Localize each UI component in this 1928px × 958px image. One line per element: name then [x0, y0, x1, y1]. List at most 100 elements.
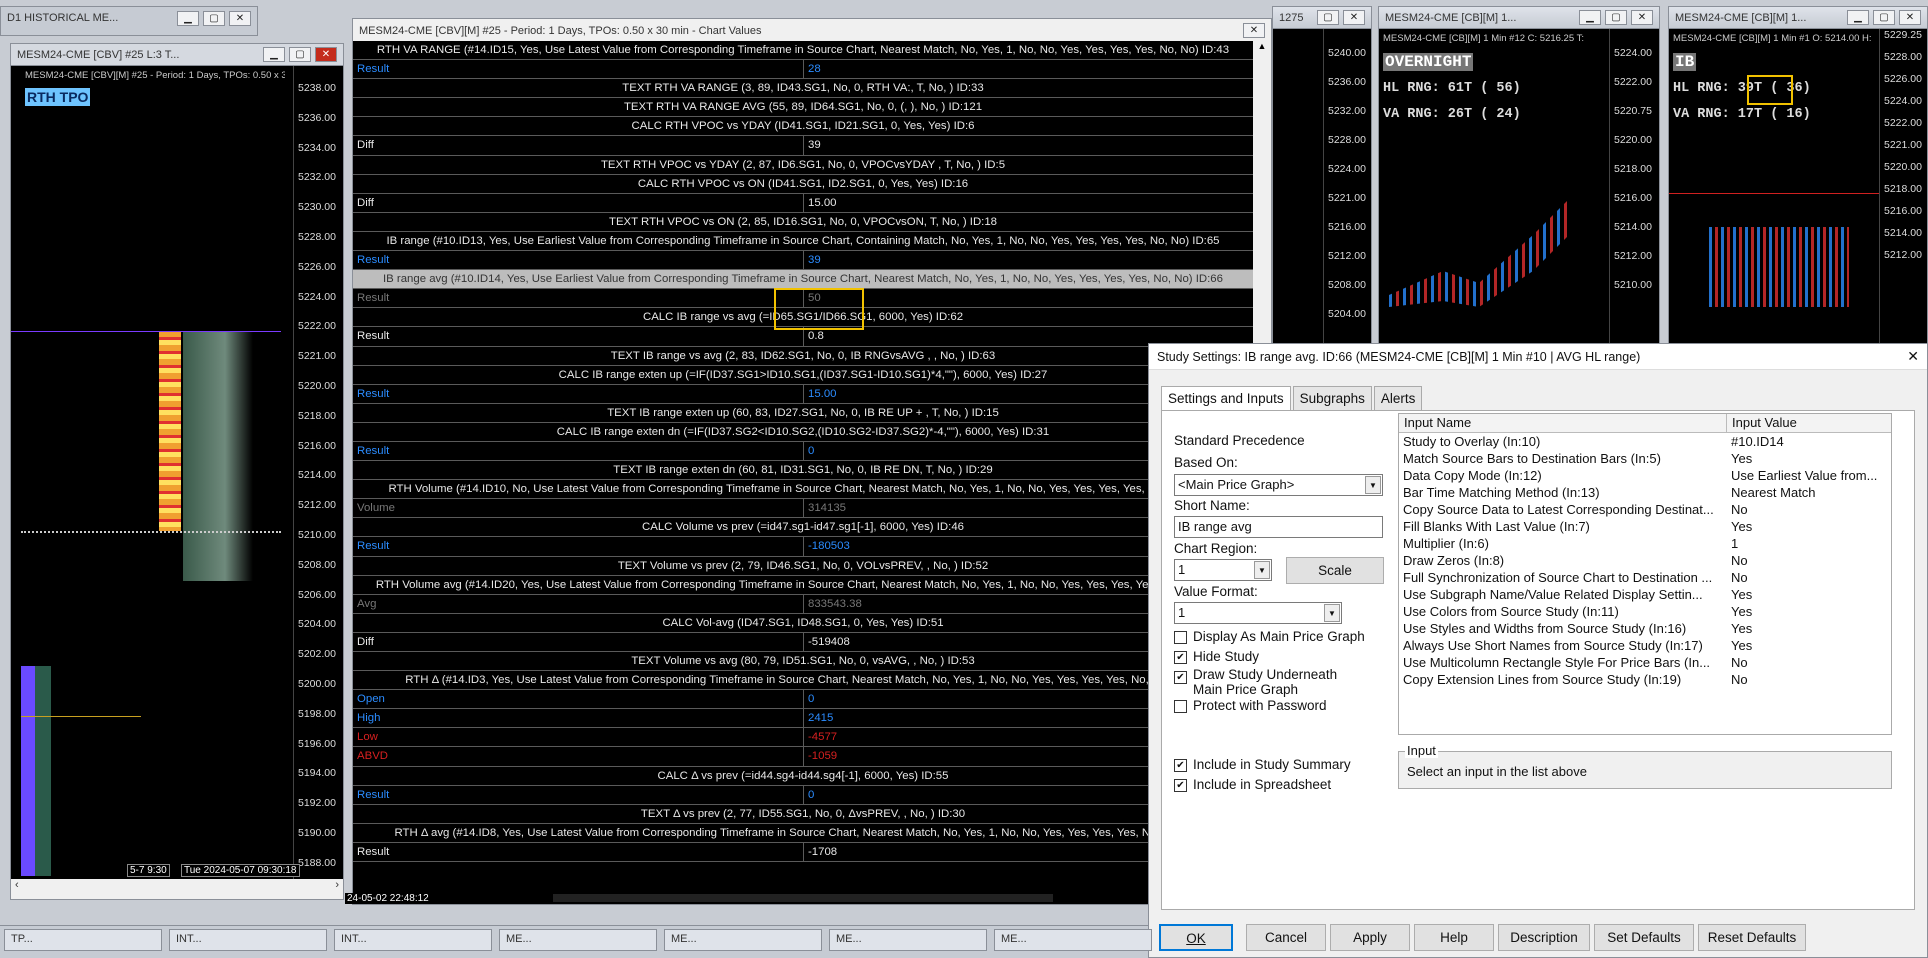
- minimize-icon[interactable]: ▁: [263, 47, 285, 62]
- chart-region-select[interactable]: 1 ▼: [1174, 559, 1272, 581]
- taskbar-item[interactable]: ME...: [829, 929, 987, 951]
- input-value[interactable]: Yes: [1727, 450, 1891, 467]
- value-row[interactable]: Diff -519408: [353, 632, 1253, 652]
- input-value[interactable]: 1: [1727, 535, 1891, 552]
- mid-chart-axis[interactable]: 1275 ▢ ✕ 5240.00 5236.00 5232.00 5228.00 5224.…: [1272, 6, 1372, 346]
- value-row[interactable]: Result 28: [353, 60, 1253, 80]
- short-name-input[interactable]: IB range avg: [1174, 516, 1383, 538]
- based-on-select[interactable]: <Main Price Graph> ▼: [1174, 474, 1383, 496]
- checkbox-box[interactable]: [1174, 700, 1187, 713]
- taskbar-item[interactable]: ME...: [499, 929, 657, 951]
- close-icon[interactable]: ✕: [315, 47, 337, 62]
- chart-values-window[interactable]: MESM24-CME [CBV][M] #25 - Period: 1 Days…: [345, 18, 1272, 905]
- ib-chart-window[interactable]: MESM24-CME [CB][M] 1... ▁ ▢ ✕ MESM24-CME [C…: [1668, 6, 1928, 346]
- input-row[interactable]: Match Source Bars to Destination Bars (I…: [1399, 450, 1891, 467]
- study-header-row[interactable]: RTH Δ (#14.ID3, Yes, Use Latest Value fr…: [353, 671, 1253, 691]
- study-header-row[interactable]: IB range avg (#10.ID14, Yes, Use Earlies…: [353, 270, 1253, 290]
- study-header-row[interactable]: CALC Vol-avg (ID47.SG1, ID48.SG1, 0, Yes…: [353, 614, 1253, 633]
- taskbar-item[interactable]: ME...: [664, 929, 822, 951]
- value-row[interactable]: Diff 15.00: [353, 193, 1253, 213]
- input-row[interactable]: Use Multicolumn Rectangle Style For Pric…: [1399, 654, 1891, 671]
- value-row[interactable]: Result 0.8: [353, 327, 1253, 347]
- study-header-row[interactable]: TEXT Volume vs avg (80, 79, ID51.SG1, No…: [353, 652, 1253, 672]
- value-row[interactable]: Low -4577: [353, 728, 1253, 748]
- close-icon[interactable]: ✕: [229, 10, 251, 26]
- study-header-row[interactable]: IB range (#10.ID13, Yes, Use Earliest Va…: [353, 232, 1253, 252]
- close-icon[interactable]: ✕: [1243, 23, 1265, 38]
- value-row[interactable]: Open 0: [353, 690, 1253, 710]
- overnight-chart-window[interactable]: MESM24-CME [CB][M] 1... ▁ ▢ ✕ MESM24-CME [C…: [1378, 6, 1660, 346]
- value-row[interactable]: Result 39: [353, 251, 1253, 271]
- set-defaults-button[interactable]: Set Defaults: [1594, 924, 1694, 951]
- minimize-icon[interactable]: ▁: [177, 10, 199, 26]
- scale-button[interactable]: Scale: [1286, 557, 1384, 584]
- apply-button[interactable]: Apply: [1330, 924, 1410, 951]
- help-button[interactable]: Help: [1414, 924, 1494, 951]
- value-row[interactable]: Result -1708: [353, 842, 1253, 863]
- col-input-value[interactable]: Input Value: [1727, 414, 1797, 432]
- value-row[interactable]: Volume 314135: [353, 499, 1253, 519]
- price-axis[interactable]: 5240.00 5236.00 5232.00 5228.00 5224.00 5221.…: [1323, 29, 1371, 345]
- study-header-row[interactable]: TEXT RTH VA RANGE (3, 89, ID43.SG1, No, …: [353, 79, 1253, 99]
- close-icon[interactable]: ✕: [1631, 10, 1653, 25]
- study-header-row[interactable]: TEXT Volume vs prev (2, 79, ID46.SG1, No…: [353, 557, 1253, 576]
- ok-button[interactable]: OK: [1159, 924, 1233, 951]
- checkbox-box[interactable]: ✔: [1174, 671, 1187, 684]
- horizontal-scrollbar[interactable]: ‹ ›: [11, 879, 343, 899]
- input-row[interactable]: Use Subgraph Name/Value Related Display …: [1399, 586, 1891, 603]
- draw-underneath-checkbox[interactable]: ✔ Draw Study Underneath Main Price Graph: [1174, 667, 1337, 697]
- tab-settings-and-inputs[interactable]: Settings and Inputs: [1161, 386, 1291, 410]
- tab-subgraphs[interactable]: Subgraphs: [1292, 386, 1372, 410]
- study-header-row[interactable]: RTH Volume (#14.ID10, No, Use Latest Val…: [353, 480, 1253, 500]
- study-header-row[interactable]: TEXT IB range exten up (60, 83, ID27.SG1…: [353, 404, 1253, 423]
- input-value[interactable]: No: [1727, 501, 1891, 518]
- close-icon[interactable]: ✕: [1343, 10, 1365, 25]
- study-header-row[interactable]: TEXT RTH VPOC vs YDAY (2, 87, ID6.SG1, N…: [353, 156, 1253, 175]
- input-row[interactable]: Copy Source Data to Latest Corresponding…: [1399, 501, 1891, 518]
- inputs-grid[interactable]: Input Name Input Value Study to Overlay (…: [1398, 413, 1892, 735]
- background-window-d1[interactable]: D1 HISTORICAL ME... ▁ ▢ ✕: [0, 6, 258, 36]
- price-axis[interactable]: 5238.00 5236.00 5234.00 5232.00 5230.00 5228.…: [293, 66, 343, 879]
- chevron-down-icon[interactable]: ▼: [1254, 561, 1270, 579]
- study-header-row[interactable]: TEXT RTH VPOC vs ON (2, 85, ID16.SG1, No…: [353, 213, 1253, 232]
- include-spreadsheet-checkbox[interactable]: ✔ Include in Spreadsheet: [1174, 777, 1331, 792]
- value-row[interactable]: Result 15.00: [353, 384, 1253, 404]
- study-header-row[interactable]: TEXT IB range vs avg (2, 83, ID62.SG1, N…: [353, 347, 1253, 366]
- input-value[interactable]: Yes: [1727, 603, 1891, 620]
- maximize-icon[interactable]: ▢: [289, 47, 311, 62]
- price-axis[interactable]: 5229.25 5228.00 5226.00 5224.00 5222.00 5221.…: [1879, 29, 1927, 345]
- checkbox-box[interactable]: ✔: [1174, 759, 1187, 772]
- value-row[interactable]: Result 0: [353, 441, 1253, 462]
- study-header-row[interactable]: RTH VA RANGE (#14.ID15, Yes, Use Latest …: [353, 41, 1253, 61]
- tpo-chart-window[interactable]: MESM24-CME [CBV] #25 L:3 T... ▁ ▢ ✕ MESM24-…: [10, 43, 344, 900]
- reset-defaults-button[interactable]: Reset Defaults: [1698, 924, 1806, 951]
- value-row[interactable]: Diff 39: [353, 136, 1253, 156]
- input-value[interactable]: Nearest Match: [1727, 484, 1891, 501]
- values-table[interactable]: RTH VA RANGE (#14.ID15, Yes, Use Latest …: [353, 41, 1253, 904]
- chevron-down-icon[interactable]: ▼: [1324, 604, 1340, 622]
- study-header-row[interactable]: CALC RTH VPOC vs YDAY (ID41.SG1, ID21.SG…: [353, 117, 1253, 137]
- input-row[interactable]: Full Synchronization of Source Chart to …: [1399, 569, 1891, 586]
- minimize-icon[interactable]: ▁: [1579, 10, 1601, 25]
- input-value[interactable]: No: [1727, 569, 1891, 586]
- input-value[interactable]: Yes: [1727, 637, 1891, 654]
- checkbox-box[interactable]: ✔: [1174, 651, 1187, 664]
- input-value[interactable]: No: [1727, 671, 1891, 688]
- maximize-icon[interactable]: ▢: [1873, 10, 1895, 25]
- maximize-icon[interactable]: ▢: [1317, 10, 1339, 25]
- input-value[interactable]: #10.ID14: [1727, 433, 1891, 450]
- value-row[interactable]: ABVD -1059: [353, 747, 1253, 767]
- input-value[interactable]: Yes: [1727, 620, 1891, 637]
- value-row[interactable]: Result -180503: [353, 537, 1253, 557]
- study-header-row[interactable]: RTH Δ avg (#14.ID8, Yes, Use Latest Valu…: [353, 824, 1253, 843]
- input-value[interactable]: Yes: [1727, 518, 1891, 535]
- input-value[interactable]: No: [1727, 552, 1891, 569]
- horizontal-scrollbar[interactable]: [553, 894, 1053, 902]
- study-header-row[interactable]: CALC Volume vs prev (=id47.sg1-id47.sg1[…: [353, 518, 1253, 538]
- input-row[interactable]: Bar Time Matching Method (In:13) Nearest …: [1399, 484, 1891, 501]
- study-header-row[interactable]: TEXT Δ vs prev (2, 77, ID55.SG1, No, 0, …: [353, 805, 1253, 824]
- hide-study-checkbox[interactable]: ✔ Hide Study: [1174, 649, 1259, 664]
- taskbar-item[interactable]: INT...: [334, 929, 492, 951]
- checkbox-box[interactable]: ✔: [1174, 779, 1187, 792]
- study-header-row[interactable]: RTH Volume avg (#14.ID20, Yes, Use Lates…: [353, 576, 1253, 595]
